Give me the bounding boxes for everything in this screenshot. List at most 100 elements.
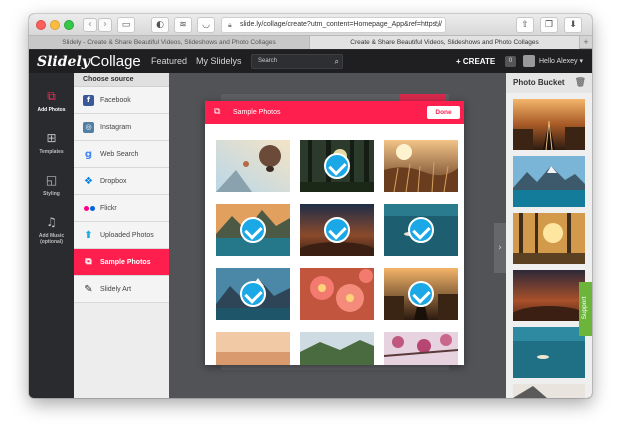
source-flickr[interactable]: Flickr <box>74 195 169 222</box>
create-button[interactable]: + CREATE <box>456 50 495 73</box>
modal-header: ⧉ Sample Photos Done <box>205 101 464 124</box>
maximize-window-button[interactable] <box>64 20 74 30</box>
support-tab[interactable]: Support <box>579 282 592 336</box>
source-slidely-art[interactable]: ✎ Slidely Art <box>74 276 169 303</box>
sidebar-item-music[interactable]: ♫ Add Music (optional) <box>29 209 74 251</box>
bucket-photo-4[interactable] <box>509 270 589 330</box>
expand-bucket-chevron-icon[interactable]: › <box>494 223 506 273</box>
modal-title: Sample Photos <box>233 109 281 116</box>
brush-icon: ✎ <box>84 284 93 295</box>
source-web-search[interactable]: g Web Search <box>74 141 169 168</box>
share-icon[interactable]: ⇧ <box>516 17 534 33</box>
selected-check-icon <box>324 153 350 179</box>
photo-thumb-pink-flowers[interactable] <box>300 268 374 320</box>
sidebar-item-label: Add Music (optional) <box>38 233 65 245</box>
minimize-window-button[interactable] <box>50 20 60 30</box>
url-bar[interactable]: 🔒︎ slide.ly/collage/create?utm_content=H… <box>221 17 446 33</box>
sample-photos-icon: ⧉ <box>214 107 221 117</box>
photo-thumb-boat-lake[interactable] <box>384 204 458 256</box>
dropbox-icon: ❖ <box>84 176 93 187</box>
instagram-icon: ◎ <box>83 122 94 133</box>
logo-light-text: Collage <box>89 53 141 70</box>
support-label: Support <box>581 296 588 320</box>
sidebar-toggle-icon[interactable]: ▭ <box>117 17 135 33</box>
pocket-icon[interactable]: ◡ <box>197 17 215 33</box>
selected-check-icon <box>240 217 266 243</box>
slidely-logo[interactable]: SlidelyCollage <box>37 52 141 71</box>
avatar[interactable] <box>523 55 535 67</box>
styling-icon: ◱ <box>45 173 58 187</box>
source-uploaded-photos[interactable]: ⬆ Uploaded Photos <box>74 222 169 249</box>
close-window-button[interactable] <box>36 20 46 30</box>
bucket-photo-5[interactable] <box>513 327 585 378</box>
google-icon: g <box>84 149 93 160</box>
browser-tab-1[interactable]: Slidely - Create & Share Beautiful Video… <box>29 36 310 49</box>
bucket-photo-2[interactable] <box>513 156 585 207</box>
tab-strip: Slidely - Create & Share Beautiful Video… <box>29 36 592 49</box>
trash-icon[interactable]: 🗑︎ <box>575 73 586 93</box>
bucket-photo-6[interactable] <box>513 384 585 398</box>
source-label: Flickr <box>100 205 117 212</box>
photo-thumb-mountain-lake[interactable] <box>216 204 290 256</box>
selected-check-icon <box>408 281 434 307</box>
download-icon[interactable]: ⬇ <box>564 17 582 33</box>
photo-thumb-green-valley[interactable] <box>300 332 374 365</box>
music-icon: ♫ <box>46 215 57 229</box>
source-facebook[interactable]: f Facebook <box>74 87 169 114</box>
source-label: Web Search <box>100 151 139 158</box>
sidebar-item-styling[interactable]: ◱ Styling <box>29 167 74 209</box>
user-menu[interactable]: Hello Alexey ▾ <box>539 50 583 73</box>
photo-bucket-header: Photo Bucket 🗑︎ <box>506 73 592 93</box>
sidebar-item-add-photos[interactable]: ⧉ Add Photos <box>29 83 74 125</box>
source-label: Facebook <box>100 97 131 104</box>
search-icon[interactable]: ⌕ <box>335 55 339 68</box>
layers-icon[interactable]: ≋ <box>174 17 192 33</box>
templates-icon: ⊞ <box>46 131 57 145</box>
app-header: SlidelyCollage Featured My Slidelys Sear… <box>29 50 592 73</box>
sidebar-item-label: Styling <box>43 191 60 197</box>
tool-sidebar: ⧉ Add Photos ⊞ Templates ◱ Styling ♫ Add… <box>29 73 74 398</box>
photo-thumb-wheat-field[interactable] <box>384 140 458 192</box>
source-sample-photos[interactable]: ⧉ Sample Photos <box>74 249 169 276</box>
sidebar-item-templates[interactable]: ⊞ Templates <box>29 125 74 167</box>
browser-toolbar: ‹ › ▭ ◐ ≋ ◡ 🔒︎ slide.ly/collage/create?u… <box>29 14 592 36</box>
photo-thumb-snowy-peaks[interactable] <box>216 268 290 320</box>
upload-icon: ⬆ <box>84 230 93 241</box>
new-tab-icon[interactable]: + <box>580 36 592 49</box>
tabs-overview-icon[interactable]: ❐ <box>540 17 558 33</box>
photo-bucket: Photo Bucket 🗑︎ <box>506 73 592 398</box>
sidebar-item-label: Add Photos <box>37 107 66 113</box>
photo-thumb-railway-tracks[interactable] <box>384 268 458 320</box>
flickr-icon <box>83 203 96 214</box>
sidebar-item-label: Templates <box>39 149 64 155</box>
photo-thumb-desert-dusk[interactable] <box>300 204 374 256</box>
forward-icon[interactable]: › <box>98 18 112 32</box>
source-label: Sample Photos <box>100 259 151 266</box>
source-instagram[interactable]: ◎ Instagram <box>74 114 169 141</box>
source-label: Uploaded Photos <box>100 232 154 239</box>
source-label: Dropbox <box>100 178 127 185</box>
browser-window: ‹ › ▭ ◐ ≋ ◡ 🔒︎ slide.ly/collage/create?u… <box>29 14 592 398</box>
search-input[interactable]: Search ⌕ <box>251 54 343 69</box>
bucket-photo-3[interactable] <box>513 213 585 264</box>
photo-thumb-cherry-blossom[interactable] <box>384 332 458 365</box>
lock-icon: 🔒︎ <box>228 21 232 29</box>
browser-tab-2[interactable]: Create & Share Beautiful Videos, Slidesh… <box>310 36 580 49</box>
logo-bold-text: Slidely <box>37 54 90 70</box>
photo-thumb-sunset-sky[interactable] <box>216 332 290 365</box>
notification-badge[interactable]: 0 <box>505 56 516 67</box>
source-dropbox[interactable]: ❖ Dropbox <box>74 168 169 195</box>
sample-photos-modal: ⧉ Sample Photos Done <box>205 101 464 365</box>
back-icon[interactable]: ‹ <box>83 18 97 32</box>
photo-thumb-forest-sun[interactable] <box>300 140 374 192</box>
photo-thumb-balloons[interactable] <box>216 140 290 192</box>
extension-icon[interactable]: ◐ <box>151 17 169 33</box>
source-label: Slidely Art <box>100 286 132 293</box>
done-button[interactable]: Done <box>427 106 460 119</box>
bucket-photo-1[interactable] <box>513 99 585 151</box>
nav-my-slidelys[interactable]: My Slidelys <box>196 50 242 73</box>
source-panel: Choose source f Facebook ◎ Instagram g Web … <box>74 73 169 398</box>
reload-icon[interactable]: ↻ <box>434 18 441 32</box>
sample-photos-icon: ⧉ <box>85 257 92 267</box>
nav-featured[interactable]: Featured <box>151 50 187 73</box>
